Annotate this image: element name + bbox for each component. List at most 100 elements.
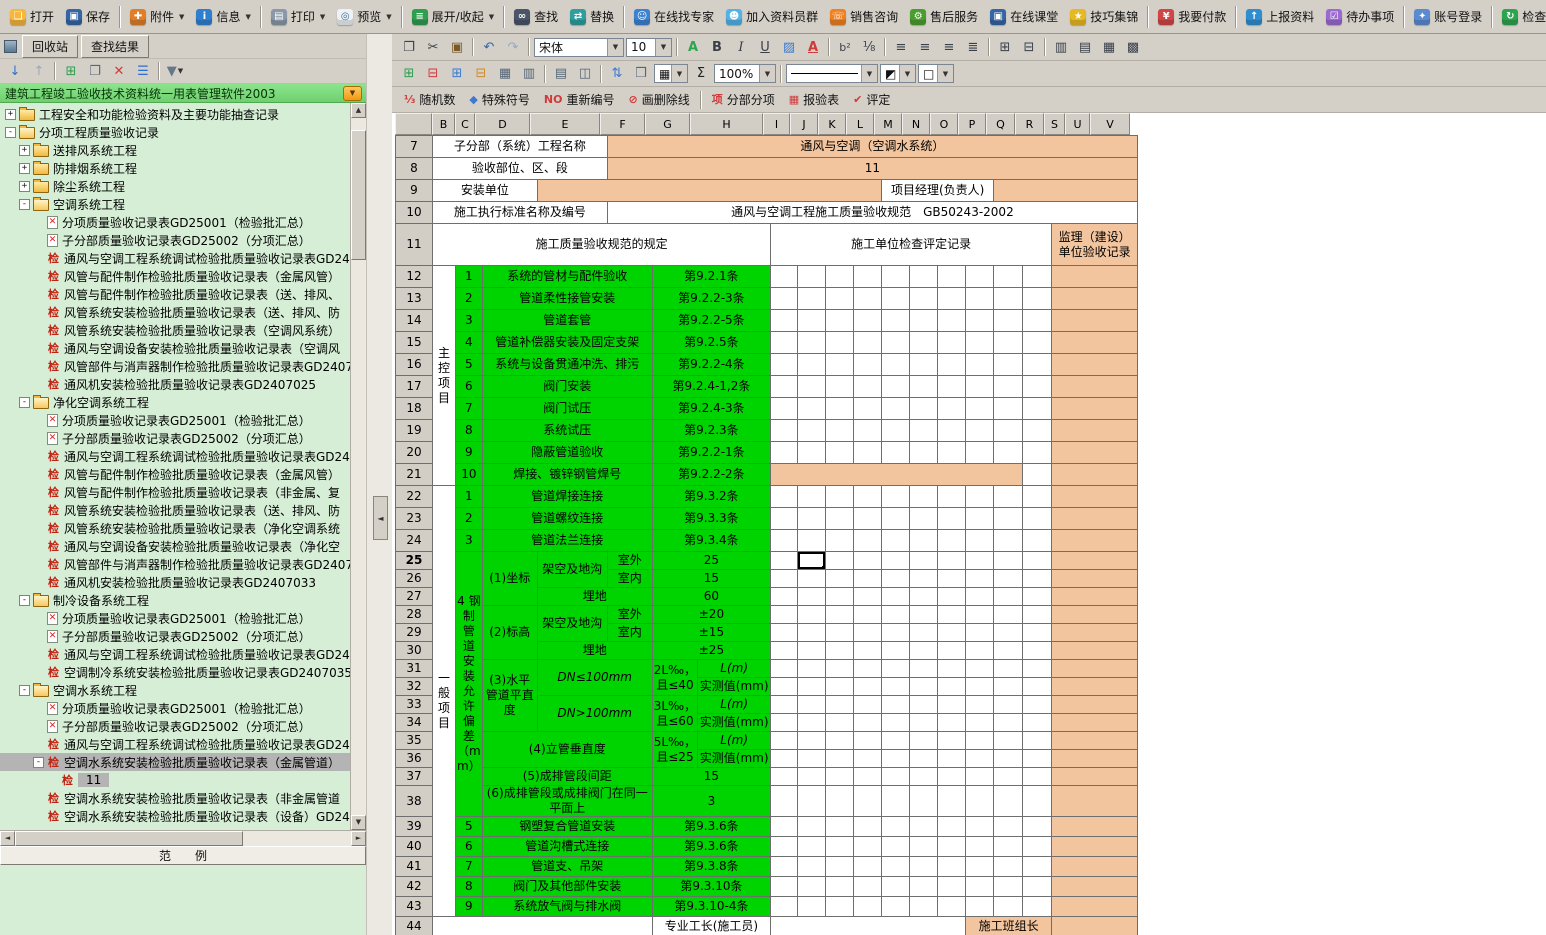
cell[interactable]: 2: [456, 508, 483, 530]
grid-cell[interactable]: [910, 508, 938, 530]
grid-cell[interactable]: [798, 486, 826, 508]
cell[interactable]: 5: [456, 817, 483, 837]
grid-cell[interactable]: [966, 530, 994, 552]
grid-cell[interactable]: [994, 552, 1023, 570]
cell[interactable]: 8: [456, 420, 483, 442]
col-header-O[interactable]: O: [930, 113, 958, 135]
grid-cell[interactable]: [966, 897, 994, 917]
grid-cell[interactable]: [854, 696, 882, 714]
grid-cell[interactable]: [910, 877, 938, 897]
cell[interactable]: 专业工长(施工员): [652, 917, 770, 935]
grid-cell[interactable]: [771, 877, 798, 897]
cell[interactable]: [1023, 464, 1052, 486]
todo-button[interactable]: ☑待办事项: [1320, 4, 1400, 29]
grid-cell[interactable]: [910, 588, 938, 606]
record-cell[interactable]: [1052, 354, 1138, 376]
cell-props-button[interactable]: ▥: [517, 63, 541, 85]
grid-cell[interactable]: [1023, 570, 1052, 588]
cell[interactable]: 钢塑复合管道安装: [482, 817, 652, 837]
row-header-34[interactable]: 34: [396, 714, 433, 732]
cell[interactable]: 第9.2.2-5条: [652, 310, 770, 332]
replace-button[interactable]: ⇄替换: [564, 4, 620, 29]
grid-cell[interactable]: [854, 398, 882, 420]
scrollbar-thumb[interactable]: [15, 831, 243, 846]
grid-cell[interactable]: [854, 897, 882, 917]
grid-cell[interactable]: [966, 376, 994, 398]
grid-cell[interactable]: [966, 606, 994, 624]
grid-cell[interactable]: [771, 714, 798, 732]
grid-cell[interactable]: [938, 530, 966, 552]
cell[interactable]: 室内: [607, 624, 652, 642]
col-header-E[interactable]: E: [530, 113, 600, 135]
join-group-button[interactable]: ☻加入资料员群: [720, 4, 824, 29]
grid-cell[interactable]: [994, 877, 1023, 897]
tab-recycle-bin[interactable]: 回收站: [22, 35, 78, 58]
grid-cell[interactable]: [826, 570, 854, 588]
grid-cell[interactable]: [882, 877, 910, 897]
cell[interactable]: 5: [456, 354, 483, 376]
grid-cell[interactable]: [938, 552, 966, 570]
record-cell[interactable]: [1052, 588, 1138, 606]
cell[interactable]: 15: [652, 768, 770, 786]
tree-item[interactable]: 检通风与空调设备安装检验批质量验收记录表（净化空: [0, 537, 351, 555]
grid-cell[interactable]: [882, 750, 910, 768]
nav-down-button[interactable]: ↓: [3, 60, 27, 82]
cell[interactable]: 第9.3.4条: [652, 530, 770, 552]
tree-item[interactable]: ✕子分部质量验收记录表GD25002（分项汇总）: [0, 231, 351, 249]
cell[interactable]: 施工单位检查评定记录: [771, 224, 1052, 266]
tree-vertical-scrollbar[interactable]: ▲ ▼: [350, 103, 366, 830]
undo-button[interactable]: ↶: [477, 36, 501, 58]
grid-cell[interactable]: [994, 332, 1023, 354]
grid-cell[interactable]: [994, 442, 1023, 464]
grid-cell[interactable]: [882, 486, 910, 508]
filter-button[interactable]: ▼▼: [163, 60, 187, 82]
tree-item[interactable]: ✕分项质量验收记录表GD25001（检验批汇总）: [0, 411, 351, 429]
print-button[interactable]: ▤打印▼: [265, 4, 331, 29]
underline-button[interactable]: U: [753, 36, 777, 58]
cell[interactable]: 3: [456, 310, 483, 332]
cell[interactable]: 6: [456, 376, 483, 398]
tree-item[interactable]: 检通风与空调设备安装检验批质量验收记录表（空调风: [0, 339, 351, 357]
grid-cell[interactable]: [798, 660, 826, 678]
grid-cell[interactable]: [882, 570, 910, 588]
tree-item[interactable]: -空调系统工程: [0, 195, 351, 213]
record-cell[interactable]: [1052, 837, 1138, 857]
cell[interactable]: (4)立管垂直度: [482, 732, 652, 768]
grid-cell[interactable]: [1023, 857, 1052, 877]
grid-cell[interactable]: [826, 624, 854, 642]
collapse-icon[interactable]: -: [19, 397, 30, 408]
cell[interactable]: 管道螺纹连接: [482, 508, 652, 530]
grid-cell[interactable]: [826, 376, 854, 398]
cell[interactable]: 埋地: [537, 642, 652, 660]
renumber-button[interactable]: NO重新编号: [537, 89, 622, 110]
grid-cell[interactable]: [910, 332, 938, 354]
tree-item[interactable]: ✕分项质量验收记录表GD25001（检验批汇总）: [0, 609, 351, 627]
grid-cell[interactable]: [771, 570, 798, 588]
grid-cell[interactable]: [798, 332, 826, 354]
grid-cell[interactable]: [771, 897, 798, 917]
grid-cell[interactable]: [966, 857, 994, 877]
grid-cell[interactable]: [882, 310, 910, 332]
cell[interactable]: L(m): [698, 696, 771, 714]
grid-cell[interactable]: [910, 376, 938, 398]
expand-collapse-button[interactable]: ≡展开/收起▼: [406, 4, 500, 29]
grid-cell[interactable]: [938, 678, 966, 696]
grid-cell[interactable]: [910, 817, 938, 837]
cell[interactable]: 施工质量验收规范的规定: [433, 224, 771, 266]
row-header-24[interactable]: 24: [396, 530, 433, 552]
grid-cell[interactable]: [771, 786, 798, 817]
grid-cell[interactable]: [771, 310, 798, 332]
record-cell[interactable]: [1052, 877, 1138, 897]
record-cell[interactable]: [1052, 696, 1138, 714]
italic-button[interactable]: I: [729, 36, 753, 58]
row-header-9[interactable]: 9: [396, 180, 433, 202]
grid-cell[interactable]: [994, 714, 1023, 732]
grid-cell[interactable]: [798, 376, 826, 398]
grid-cell[interactable]: [826, 530, 854, 552]
cell[interactable]: 室外: [607, 552, 652, 570]
record-cell[interactable]: [1052, 660, 1138, 678]
grid-cell[interactable]: [826, 768, 854, 786]
row-header-20[interactable]: 20: [396, 442, 433, 464]
tips-button[interactable]: ★技巧集锦: [1064, 4, 1144, 29]
grid-cell[interactable]: [994, 508, 1023, 530]
